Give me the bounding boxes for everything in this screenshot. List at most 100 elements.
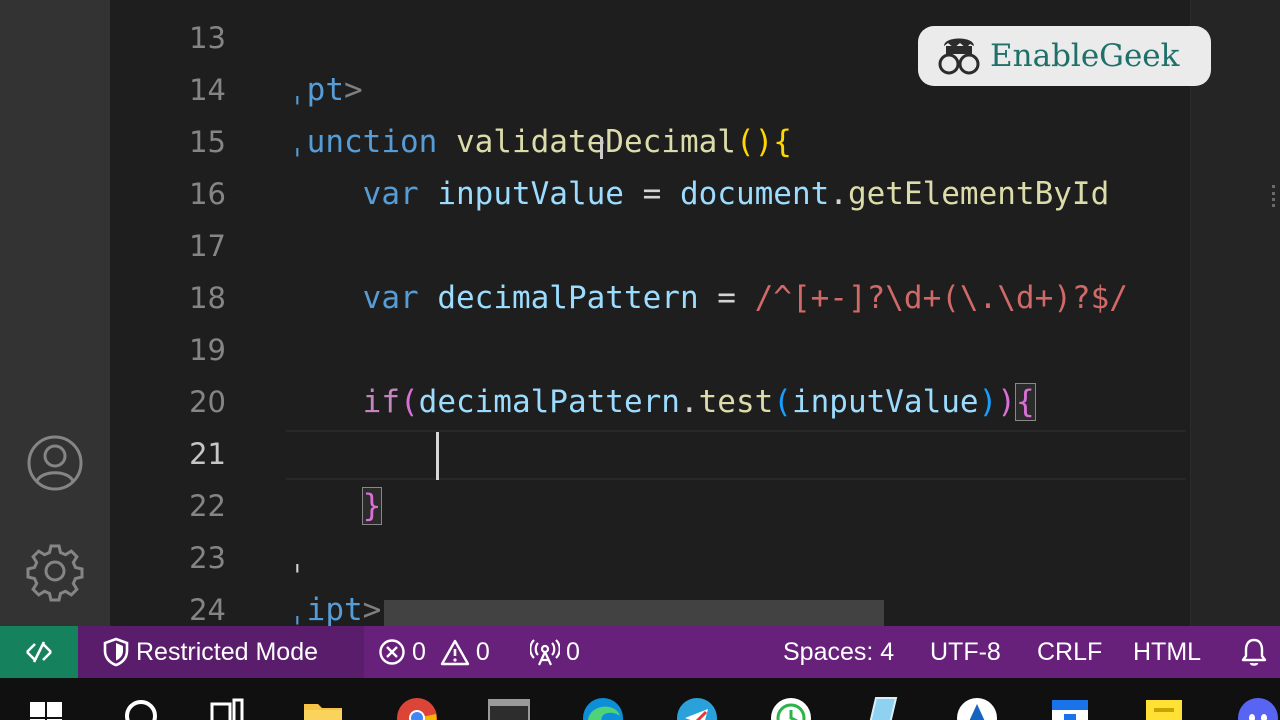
encoding-label: UTF-8 <box>930 638 1001 666</box>
app-icon[interactable] <box>956 692 997 720</box>
chrome-icon[interactable] <box>396 692 437 720</box>
code-token: decimalPattern <box>418 384 680 420</box>
code-editor[interactable]: 13 14 ˌpt> 15 ˌunction validateDecimal(){16 … <box>110 0 1190 626</box>
bell-icon <box>1241 638 1267 666</box>
clock-app-icon[interactable] <box>770 692 811 720</box>
remote-indicator[interactable] <box>0 626 78 678</box>
code-token: { <box>773 124 792 160</box>
indentation-button[interactable]: Spaces: 4 <box>783 626 894 678</box>
error-count: 0 <box>412 638 426 666</box>
restricted-mode-label: Restricted Mode <box>136 638 319 666</box>
code-text: var inputValue = document.getElementById <box>288 168 1110 220</box>
code-line[interactable]: 22 } <box>110 480 1190 532</box>
code-text: ˌ <box>288 532 307 584</box>
code-line[interactable]: 16 var inputValue = document.getElementB… <box>110 168 1190 220</box>
code-token: var <box>362 280 419 316</box>
sticky-notes-icon[interactable] <box>1144 692 1182 720</box>
mouse-ibeam-cursor <box>600 137 603 159</box>
line-number: 16 <box>189 177 226 211</box>
line-number: 13 <box>189 21 226 55</box>
telegram-icon[interactable] <box>676 692 717 720</box>
problems-button[interactable]: 0 0 <box>378 626 490 678</box>
code-token: ˌipt <box>288 592 363 626</box>
ports-count: 0 <box>566 638 580 666</box>
broadcast-icon <box>530 639 560 666</box>
line-number: 17 <box>189 229 226 263</box>
code-line[interactable]: 23 ˌ <box>110 532 1190 584</box>
code-token: { <box>1014 383 1036 421</box>
code-token: ˌunction <box>288 124 438 160</box>
code-token: inputValue <box>437 176 624 212</box>
warning-icon <box>440 639 470 666</box>
code-line[interactable]: 21 <box>110 428 1190 480</box>
eol-button[interactable]: CRLF <box>1037 626 1102 678</box>
code-token: ( <box>399 384 419 420</box>
file-explorer-icon[interactable] <box>302 692 342 720</box>
indentation-label: Spaces: 4 <box>783 638 895 666</box>
code-token: validateDecimal <box>455 124 736 160</box>
line-number: 18 <box>189 281 226 315</box>
search-icon[interactable] <box>122 692 160 720</box>
code-token: document <box>679 176 830 212</box>
line-number: 23 <box>189 541 226 575</box>
line-number: 15 <box>189 125 226 159</box>
line-number: 20 <box>189 385 226 419</box>
restricted-mode-button[interactable]: Restricted Mode <box>78 626 364 678</box>
language-label: HTML <box>1133 638 1202 666</box>
eol-label: CRLF <box>1037 638 1103 666</box>
edge-icon[interactable] <box>582 692 623 720</box>
code-text: ˌunction validateDecimal(){ <box>288 116 792 168</box>
minimap-slider <box>1272 185 1276 207</box>
code-token: > <box>344 72 363 108</box>
notifications-button[interactable] <box>1240 626 1268 678</box>
code-text: ˌpt> <box>288 64 363 116</box>
ports-button[interactable]: 0 <box>530 626 580 678</box>
task-view-icon[interactable] <box>208 692 246 720</box>
text-cursor <box>436 432 439 480</box>
code-line[interactable]: 17 <box>110 220 1190 272</box>
code-line[interactable]: 15 ˌunction validateDecimal(){ <box>110 116 1190 168</box>
code-text: ˌipt> <box>288 584 381 626</box>
line-number: 24 <box>189 593 226 626</box>
horizontal-scrollbar[interactable] <box>384 600 884 626</box>
remote-icon <box>26 641 52 663</box>
code-text: var decimalPattern = /^[+-]?\d+(\.\d+)?$… <box>288 272 1128 324</box>
code-line[interactable]: 19 <box>110 324 1190 376</box>
discord-icon[interactable] <box>1236 692 1278 720</box>
windows-start-icon[interactable] <box>28 692 66 720</box>
code-text: if(decimalPattern.test(inputValue)){ <box>288 376 1036 428</box>
code-token: . <box>679 384 699 420</box>
account-icon[interactable] <box>24 432 86 494</box>
code-token: if <box>362 384 400 420</box>
geek-face-icon <box>938 38 980 75</box>
code-token: ) <box>978 384 998 420</box>
code-token: ˌpt <box>288 72 344 108</box>
settings-gear-icon[interactable] <box>24 540 86 602</box>
line-number: 19 <box>189 333 226 367</box>
code-token: = <box>698 280 755 316</box>
encoding-button[interactable]: UTF-8 <box>930 626 1001 678</box>
notepad-icon[interactable] <box>862 692 900 720</box>
windows-taskbar <box>0 678 1280 720</box>
language-mode-button[interactable]: HTML <box>1133 626 1201 678</box>
code-token: > <box>362 592 382 626</box>
status-bar: Restricted Mode 0 0 0 Spaces: 4 UTF-8 CR… <box>0 626 1280 678</box>
terminal-icon[interactable] <box>488 692 530 720</box>
code-token: test <box>698 384 774 420</box>
code-token: /^[+-]?\d+(\.\d+)?$/ <box>754 280 1128 316</box>
calendar-icon[interactable] <box>1050 692 1088 720</box>
code-line[interactable]: 18 var decimalPattern = /^[+-]?\d+(\.\d+… <box>110 272 1190 324</box>
code-token: getElementById <box>847 176 1110 212</box>
code-token: inputValue <box>791 384 979 420</box>
minimap[interactable] <box>1190 0 1280 626</box>
logo-text: EnableGeek <box>990 38 1180 74</box>
code-token: ( <box>773 384 792 420</box>
activity-bar <box>0 0 110 626</box>
code-line[interactable]: 20 if(decimalPattern.test(inputValue)){ <box>110 376 1190 428</box>
